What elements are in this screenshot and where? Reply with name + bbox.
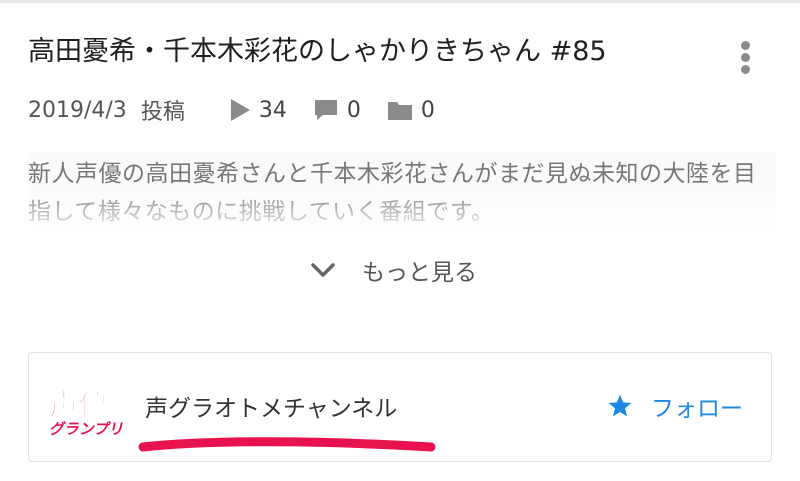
show-more-label: もっと見る <box>362 260 477 286</box>
channel-logo[interactable]: 声優 グランプリ <box>47 377 127 439</box>
follow-button[interactable]: フォロー <box>607 389 743 423</box>
view-count-value: 34 <box>258 97 287 123</box>
video-meta: 2019/4/3 投稿 34 0 0 <box>28 92 461 128</box>
channel-name[interactable]: 声グラオトメチャンネル <box>145 389 397 423</box>
kebab-menu-icon[interactable] <box>734 36 758 76</box>
chevron-down-icon <box>311 263 335 277</box>
top-divider <box>0 0 800 3</box>
channel-card[interactable]: 声優 グランプリ 声グラオトメチャンネル フォロー <box>28 352 772 462</box>
view-count: 34 <box>229 98 287 123</box>
post-date: 2019/4/3 <box>28 97 127 123</box>
play-icon <box>230 99 250 121</box>
folder-icon <box>387 102 412 120</box>
mylist-count-value: 0 <box>420 97 435 123</box>
logo-sub-text: グランプリ <box>48 420 126 438</box>
mylist-count: 0 <box>387 98 435 123</box>
posted-label: 投稿 <box>140 100 185 125</box>
comment-count-value: 0 <box>346 97 361 123</box>
video-title: 高田憂希・千本木彩花のしゃかりきちゃん #85 <box>28 36 607 67</box>
highlight-underline <box>138 437 436 452</box>
show-more-button[interactable]: もっと見る <box>310 250 477 290</box>
description-fade <box>28 184 776 232</box>
description-box: 新人声優の高田憂希さんと千本木彩花さんがまだ見ぬ未知の大陸を目指して様々なものに… <box>28 152 776 232</box>
logo-text: 声優 <box>49 388 110 423</box>
video-header: 高田憂希・千本木彩花のしゃかりきちゃん #85 <box>28 32 772 82</box>
comment-count: 0 <box>313 98 361 123</box>
follow-label: フォロー <box>651 396 743 422</box>
star-icon <box>608 394 632 417</box>
comment-icon <box>314 100 337 120</box>
